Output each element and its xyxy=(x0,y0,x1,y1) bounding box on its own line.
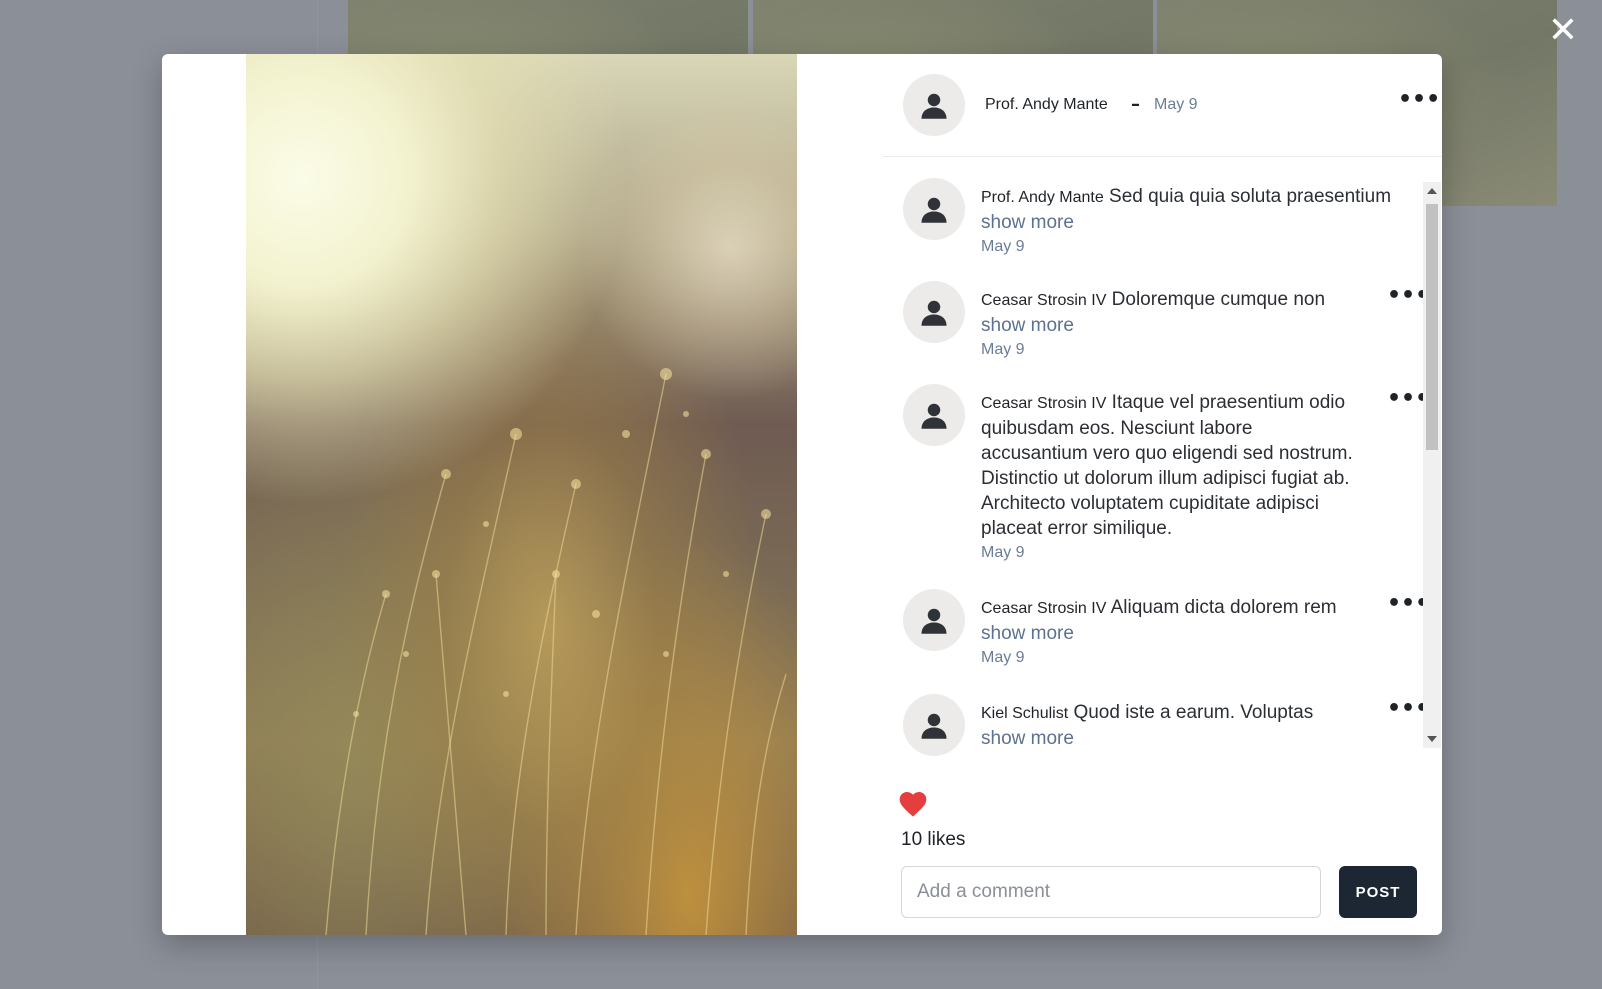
post-header: Prof. Andy Mante – May 9 ••• xyxy=(883,54,1442,157)
comment-input[interactable] xyxy=(901,866,1321,918)
comment-text: Itaque vel praesentium odio quibusdam eo… xyxy=(981,392,1353,539)
comment-body: Kiel Schulist Quod iste a earum. Volupta… xyxy=(981,700,1421,751)
user-icon xyxy=(921,93,947,119)
comments-scrollbar[interactable] xyxy=(1423,182,1441,748)
avatar[interactable] xyxy=(903,281,965,343)
avatar[interactable] xyxy=(903,178,965,240)
comments-list[interactable]: Prof. Andy Mante Sed quia quia soluta pr… xyxy=(883,158,1442,804)
comment-line: Prof. Andy Mante Sed quia quia soluta pr… xyxy=(981,184,1415,210)
comment-date: May 9 xyxy=(981,238,1025,255)
separator: – xyxy=(1131,94,1140,115)
show-more-link[interactable]: show more xyxy=(981,726,1421,751)
post-author[interactable]: Prof. Andy Mante xyxy=(985,96,1108,114)
comment-text: Sed quia quia soluta praesentium xyxy=(1109,186,1392,207)
avatar[interactable] xyxy=(903,694,965,756)
user-icon xyxy=(921,608,947,634)
user-icon xyxy=(921,197,947,223)
post-menu-icon[interactable]: ••• xyxy=(1398,89,1440,111)
post-image xyxy=(246,54,797,935)
comment-line: Ceasar Strosin IV Aliquam dicta dolorem … xyxy=(981,595,1357,621)
avatar[interactable] xyxy=(903,74,965,136)
comment-text: Aliquam dicta dolorem rem xyxy=(1110,597,1337,618)
post-modal: Prof. Andy Mante – May 9 ••• Prof. Andy … xyxy=(162,54,1442,935)
show-more-link[interactable]: show more xyxy=(981,313,1421,338)
user-icon xyxy=(921,713,947,739)
comment-line: Kiel Schulist Quod iste a earum. Volupta… xyxy=(981,700,1357,726)
show-more-link[interactable]: show more xyxy=(981,210,1421,235)
comment-author[interactable]: Ceasar Strosin IV xyxy=(981,292,1106,309)
comment-body: Ceasar Strosin IV Doloremque cumque non … xyxy=(981,287,1421,362)
post-date: May 9 xyxy=(1154,96,1198,113)
avatar[interactable] xyxy=(903,589,965,651)
scroll-down-arrow-icon[interactable] xyxy=(1427,736,1437,742)
avatar[interactable] xyxy=(903,384,965,446)
comment-author[interactable]: Ceasar Strosin IV xyxy=(981,395,1106,412)
user-icon xyxy=(921,300,947,326)
comment-line: Ceasar Strosin IV Itaque vel praesentium… xyxy=(981,390,1361,541)
post-button[interactable]: POST xyxy=(1339,866,1417,918)
comment-date: May 9 xyxy=(981,649,1025,666)
comment-text: Doloremque cumque non xyxy=(1111,289,1326,310)
comment-body: Prof. Andy Mante Sed quia quia soluta pr… xyxy=(981,184,1421,259)
post-sidebar: Prof. Andy Mante – May 9 ••• Prof. Andy … xyxy=(883,54,1442,935)
comment-text: Quod iste a earum. Voluptas xyxy=(1073,702,1314,723)
close-icon[interactable]: ✕ xyxy=(1546,13,1580,49)
comment-author[interactable]: Ceasar Strosin IV xyxy=(981,600,1106,617)
comment-body: Ceasar Strosin IV Aliquam dicta dolorem … xyxy=(981,595,1421,670)
scroll-thumb[interactable] xyxy=(1426,204,1438,450)
heart-icon[interactable] xyxy=(897,788,929,820)
likes-count: 10 likes xyxy=(901,829,966,850)
comment-line: Ceasar Strosin IV Doloremque cumque non xyxy=(981,287,1357,313)
comment-date: May 9 xyxy=(981,341,1025,358)
user-icon xyxy=(921,403,947,429)
grass-illustration xyxy=(325,368,787,935)
show-more-link[interactable]: show more xyxy=(981,621,1421,646)
scroll-up-arrow-icon[interactable] xyxy=(1427,188,1437,194)
comment-date: May 9 xyxy=(981,544,1025,561)
comment-author[interactable]: Prof. Andy Mante xyxy=(981,189,1104,206)
comment-body: Ceasar Strosin IV Itaque vel praesentium… xyxy=(981,390,1361,565)
comment-author[interactable]: Kiel Schulist xyxy=(981,705,1068,722)
